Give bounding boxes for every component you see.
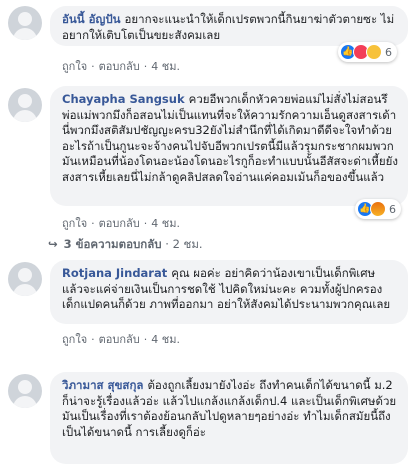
reply-arrow-icon: ↪ — [48, 237, 58, 251]
reaction-count: 6 — [389, 202, 396, 216]
comment-actions: ถูกใจ · ตอบกลับ · 4 ชม. — [62, 330, 180, 348]
view-replies-link[interactable]: ↪ 3 ข้อความตอบกลับ · 2 ชม. — [48, 236, 203, 254]
comment-bubble: อันนี้ อัญปัน อยากจะแนะนำให้เด็กเปรตพวกนี… — [50, 6, 408, 46]
reply-action[interactable]: ตอบกลับ — [99, 214, 140, 232]
reply-action[interactable]: ตอบกลับ — [99, 57, 140, 75]
comment-time[interactable]: 4 ชม. — [151, 57, 180, 75]
comment-bubble: Chayapha Sangsuk ควยอีพวกเด็กหัวควยพ่อแม่… — [50, 86, 408, 206]
reaction-summary[interactable]: 👍 6 — [338, 42, 397, 62]
comment-actions: ถูกใจ · ตอบกลับ · 4 ชม. — [62, 57, 180, 75]
reply-action[interactable]: ตอบกลับ — [99, 330, 140, 348]
comment-time[interactable]: 4 ชม. — [151, 330, 180, 348]
comment-actions: ถูกใจ · ตอบกลับ · 4 ชม. — [62, 214, 180, 232]
comment-author[interactable]: วิภามาส สุขสกุล — [62, 378, 143, 392]
comment-author[interactable]: Rotjana Jindarat — [62, 266, 167, 280]
avatar[interactable] — [8, 88, 42, 122]
comment-bubble: Rotjana Jindarat คุณ ผอค่ะ อย่าคิดว่าน้อง… — [50, 260, 408, 324]
comment-time[interactable]: 4 ชม. — [151, 214, 180, 232]
reaction-count: 6 — [385, 45, 392, 59]
sad-icon — [366, 44, 382, 60]
like-action[interactable]: ถูกใจ — [62, 330, 87, 348]
replies-time: 2 ชม. — [172, 237, 203, 251]
avatar[interactable] — [8, 374, 42, 408]
replies-count-label[interactable]: 3 ข้อความตอบกลับ — [64, 237, 162, 251]
comment-author[interactable]: Chayapha Sangsuk — [62, 92, 185, 106]
like-action[interactable]: ถูกใจ — [62, 57, 87, 75]
comment-bubble: วิภามาส สุขสกุล ต้องถูกเลี้ยงมายังไงอ่ะ ถ… — [50, 372, 408, 464]
angry-icon — [370, 201, 386, 217]
reaction-summary[interactable]: 👍 6 — [355, 199, 401, 219]
like-action[interactable]: ถูกใจ — [62, 214, 87, 232]
avatar[interactable] — [8, 6, 42, 40]
comment-author[interactable]: อันนี้ อัญปัน — [62, 12, 121, 26]
avatar[interactable] — [8, 262, 42, 296]
